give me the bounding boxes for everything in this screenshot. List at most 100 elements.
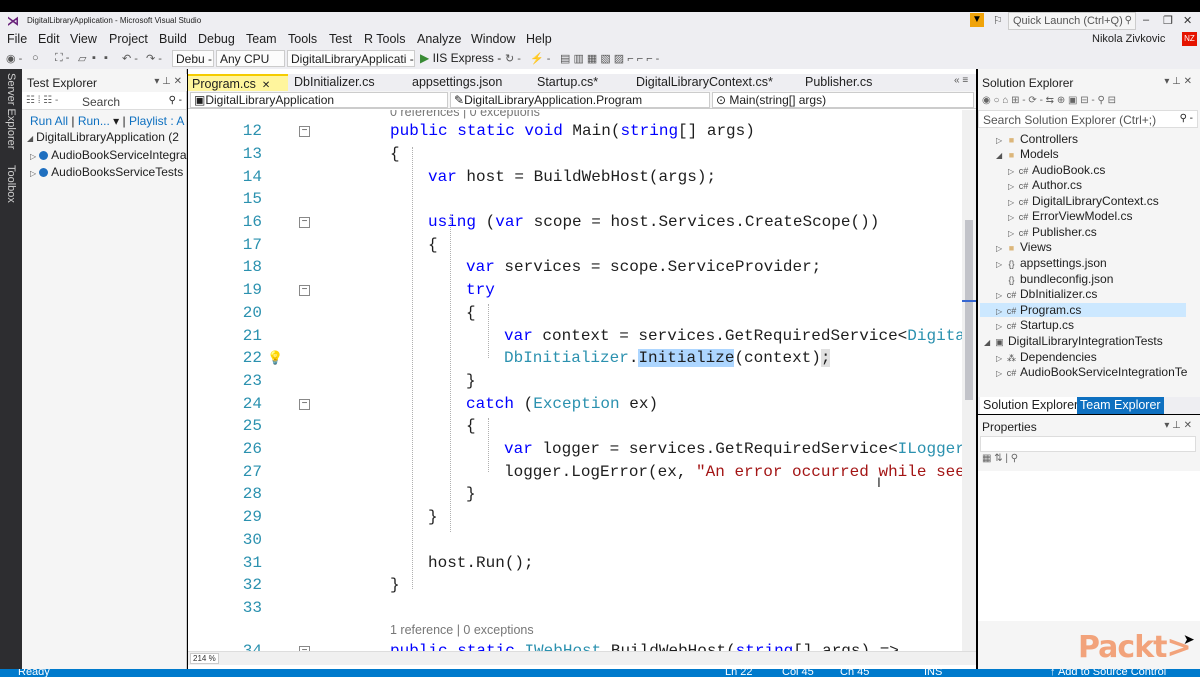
menu-tools[interactable]: Tools [288,32,317,46]
menu-view[interactable]: View [70,32,97,46]
menu-edit[interactable]: Edit [38,32,60,46]
solution-explorer-toolbar[interactable]: ◉ ○ ⌂ ⊞ - ⟳ - ⇆ ⊕ ▣ ⊟ - ⚲ ⊟ [978,92,1200,110]
playlist-link[interactable]: Playlist : A [129,114,184,128]
server-explorer-tab[interactable]: Server Explorer [5,73,17,149]
test-tree-item[interactable]: ▷ AudioBookServiceIntegra [30,148,187,162]
test-search-bar[interactable]: ☷ ⁞ ☷ - Search ⚲ - [22,92,186,110]
codelens-references[interactable]: 1 reference | 0 exceptions [390,623,534,637]
new-project-icon[interactable]: ⛶ - [55,52,69,65]
menu-help[interactable]: Help [526,32,552,46]
zoom-level-select[interactable]: 214 % [190,653,219,664]
solution-tree-item[interactable]: ▷ c# AudioBookServiceIntegrationTe [996,365,1187,379]
group-by-icon[interactable]: ☷ ⁞ ☷ - [26,95,58,106]
solution-tree-item[interactable]: ▷ c# Startup.cs [996,318,1074,332]
start-debugging-button[interactable]: ▶ IIS Express - [420,51,501,65]
solution-tree-item[interactable]: ▷ c# ErrorViewModel.cs [1008,209,1132,223]
test-tree-item[interactable]: ◢ DigitalLibraryApplication (2 [27,130,179,144]
browser-link-icon[interactable]: ⚡ - [530,52,550,65]
editor-horizontal-scrollbar[interactable]: 214 % [188,651,976,665]
editor-vertical-scrollbar[interactable] [962,110,976,651]
save-icon[interactable]: ▪ [92,52,96,64]
toolbar-icons-group[interactable]: ▤ ▥ ▦ ▧ ▨ ⌐ ⌐ ⌐ - [560,52,659,65]
run-all-link[interactable]: Run All [30,114,68,128]
collapse-region-icon[interactable]: − [299,399,310,410]
solution-tree-item[interactable]: ▷ c# DbInitializer.cs [996,287,1097,301]
solution-tree-item[interactable]: ▷ ■ Views [996,240,1052,254]
class-navigation-select[interactable]: ✎DigitalLibraryApplication.Program [450,92,710,108]
menu-window[interactable]: Window [471,32,515,46]
open-file-icon[interactable]: ▱ [78,52,86,65]
navigate-forward-icon[interactable]: ○ [32,52,39,64]
tab-digitallibrarycontext-cs[interactable]: DigitalLibraryContext.cs* [632,74,777,91]
expand-icon: ▷ [30,152,37,161]
menu-build[interactable]: Build [159,32,187,46]
menu-file[interactable]: File [7,32,27,46]
menu-test[interactable]: Test [329,32,352,46]
tab-publisher-cs[interactable]: Publisher.cs [801,74,876,91]
tab-program-cs[interactable]: Program.cs ✕ [188,74,288,91]
minimize-button[interactable]: – [1143,14,1149,26]
menu-project[interactable]: Project [109,32,148,46]
test-search-input[interactable]: Search [82,95,120,109]
solution-platform-select[interactable]: Any CPU [216,50,285,67]
properties-toolbar[interactable]: ▦ ⇅ | ⚲ [982,453,1018,464]
quick-launch-input[interactable]: Quick Launch (Ctrl+Q) ⚲ [1008,12,1136,30]
member-navigation-select[interactable]: ⊙ Main(string[] args) [712,92,974,108]
add-to-source-control-button[interactable]: ↑ Add to Source Control [1050,669,1166,677]
lightbulb-icon[interactable]: 💡 [267,350,283,365]
menu-r-tools[interactable]: R Tools [364,32,405,46]
csharp-file-icon: c# [1006,306,1017,316]
collapse-region-icon[interactable]: − [299,285,310,296]
refresh-icon[interactable]: ↻ - [505,52,521,65]
tab-appsettings-json[interactable]: appsettings.json [408,74,506,91]
pane-controls[interactable]: ▾ ⊥ ✕ [1164,420,1192,431]
save-all-icon[interactable]: ▪ [104,52,108,64]
menu-team[interactable]: Team [246,32,277,46]
collapse-region-icon[interactable]: − [299,126,310,137]
solution-tree-item[interactable]: ◢ ▣ DigitalLibraryIntegrationTests [984,334,1163,348]
close-button[interactable]: ✕ [1183,14,1192,27]
close-tab-icon[interactable]: ✕ [262,80,270,91]
run-link[interactable]: Run... [78,114,110,128]
solution-configuration-select[interactable]: Debu - [172,50,214,67]
tab-overflow-icon[interactable]: « ≡ [950,74,972,91]
undo-icon[interactable]: ↶ - [122,52,138,65]
menu-analyze[interactable]: Analyze [417,32,461,46]
solution-tree-item[interactable]: ▷ c# AudioBook.cs [1008,163,1105,177]
expand-icon: ▷ [30,169,37,178]
properties-object-select[interactable] [980,436,1196,452]
tab-solution-explorer[interactable]: Solution Explorer [980,397,1082,414]
project-navigation-select[interactable]: ▣DigitalLibraryApplication [190,92,448,108]
solution-tree-item[interactable]: ▷ c# DigitalLibraryContext.cs [1008,194,1159,208]
codelens-references[interactable]: 0 references | 0 exceptions [390,110,540,119]
solution-tree-item[interactable]: ◢ ■ Models [996,147,1059,161]
solution-tree-item[interactable]: ▷ ■ Controllers [996,132,1078,146]
restore-button[interactable]: ❐ [1163,14,1173,27]
navigate-back-icon[interactable]: ◉ - [6,52,22,65]
solution-tree-item[interactable]: ▷ {} appsettings.json [996,256,1107,270]
tab-startup-cs[interactable]: Startup.cs* [533,74,602,91]
solution-tree-item[interactable]: ▷ c# Author.cs [1008,178,1082,192]
feedback-icon[interactable]: ⚐ [993,14,1003,27]
scrollbar-thumb[interactable] [965,220,973,400]
code-text-area[interactable]: 0 references | 0 exceptions 12 13 14 15 … [188,110,962,651]
collapse-region-icon[interactable]: − [299,217,310,228]
user-avatar[interactable]: NZ [1182,32,1197,46]
solution-tree-item-selected[interactable]: ▷ c# Program.cs [980,303,1186,317]
menu-debug[interactable]: Debug [198,32,235,46]
solution-tree-item[interactable]: {} bundleconfig.json [1006,272,1113,286]
tab-team-explorer[interactable]: Team Explorer [1077,397,1164,414]
line-number: 12 [242,122,262,140]
solution-tree-item[interactable]: ▷ ⁂ Dependencies [996,350,1097,364]
redo-icon[interactable]: ↷ - [146,52,162,65]
toolbox-tab[interactable]: Toolbox [5,165,17,203]
pane-controls[interactable]: ▾ ⊥ ✕ [154,76,182,87]
solution-tree-item[interactable]: ▷ c# Publisher.cs [1008,225,1097,239]
pane-controls[interactable]: ▾ ⊥ ✕ [1164,76,1192,87]
solution-search-input[interactable]: Search Solution Explorer (Ctrl+;) ⚲ - [978,110,1198,128]
notification-filter-icon[interactable]: ▼ [970,13,984,27]
user-name[interactable]: Nikola Zivkovic [1092,33,1165,45]
test-tree-item[interactable]: ▷ AudioBooksServiceTests [30,165,183,179]
startup-project-select[interactable]: DigitalLibraryApplicati - [287,50,415,67]
tab-dbinitializer-cs[interactable]: DbInitializer.cs [290,74,379,91]
